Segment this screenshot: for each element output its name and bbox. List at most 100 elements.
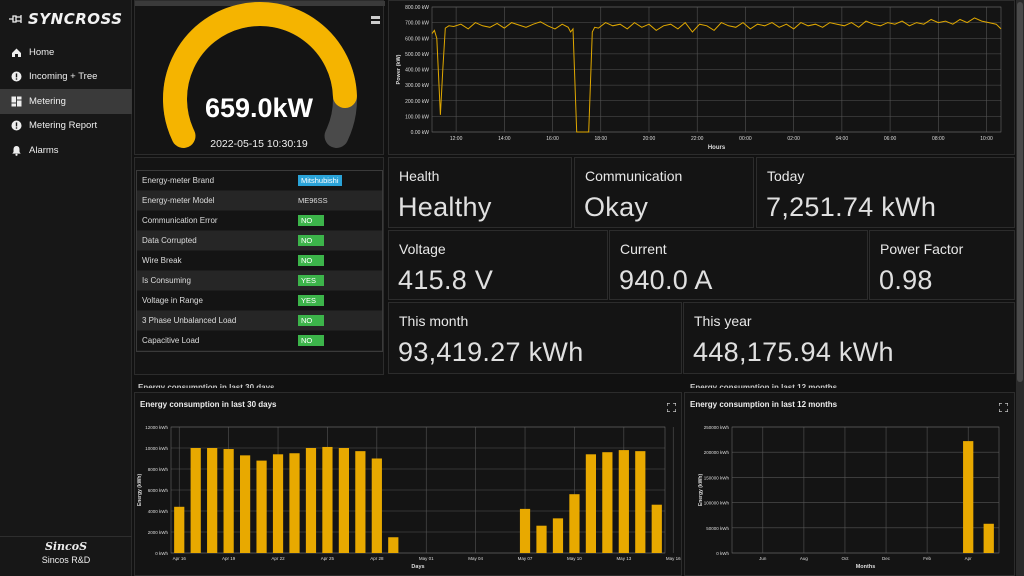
x-tick-label: 20:00 (643, 136, 656, 142)
scrollbar-thumb[interactable] (1017, 2, 1023, 382)
daily-bar-chart: 0 kWh 2000 kWh 4000 kWh 6000 kWh 8000 kWh 100… (137, 425, 681, 570)
x-tick-label: May 13 (616, 556, 631, 561)
brand-name: Sincos R&D (41, 555, 91, 565)
sidebar: SYNCROSS Home Incoming + Tree Metering Mete… (0, 0, 132, 576)
bar (635, 451, 646, 553)
y-axis-label: Power (kW) (396, 54, 402, 84)
status-value: NO (298, 215, 324, 226)
sidebar-nav: Home Incoming + Tree Metering Metering Repo… (0, 40, 132, 163)
x-tick-label: May 16 (666, 556, 681, 561)
bar (388, 537, 399, 553)
power-gauge (163, 2, 357, 148)
bar (305, 448, 317, 553)
status-key: Is Consuming (142, 276, 191, 285)
y-tick-label: 0 kWh (716, 551, 729, 556)
y-tick-label: 2000 kWh (148, 530, 169, 535)
status-value-badge: Mitshubishi (298, 175, 342, 186)
status-value-badge: YES (298, 295, 324, 306)
daily-chart-panel: Energy consumption in last 30 days 0 kWh… (134, 392, 682, 576)
this-year-value: 448,175.94 kWh (693, 337, 894, 367)
bar (983, 523, 994, 553)
bar (338, 448, 350, 553)
sidebar-item-label: Alarms (29, 144, 59, 156)
x-tick-label: 06:00 (884, 136, 897, 142)
brand-footer: SincoS Sincos R&D (0, 536, 132, 576)
status-value-badge: NO (298, 255, 324, 266)
bar (618, 450, 629, 553)
tile-health: Health Healthy (388, 157, 572, 228)
status-row: Energy-meter Brand Mitshubishi (137, 171, 382, 191)
x-tick-label: 18:00 (595, 136, 608, 142)
monthly-chart-panel: Energy consumption in last 12 months 0 k… (684, 392, 1015, 576)
page-scrollbar[interactable] (1016, 0, 1024, 576)
x-tick-label: Aug (800, 556, 809, 561)
x-tick-label: 16:00 (546, 136, 559, 142)
y-tick-label: 12000 kWh (145, 425, 168, 430)
monthly-bar-chart: 0 kWh 50000 kWh 100000 kWh 150000 kWh 200000… (698, 425, 1000, 570)
tile-current: Current 940.0 A (609, 230, 868, 300)
power-factor-value: 0.98 (879, 265, 933, 295)
status-value: NO (298, 255, 324, 266)
x-tick-label: Oct (841, 556, 849, 561)
sidebar-item-metering-report[interactable]: Metering Report (0, 114, 132, 139)
status-value: NO (298, 335, 324, 346)
status-value: NO (298, 235, 324, 246)
status-key: Communication Error (142, 216, 218, 225)
power-series-line (431, 17, 1002, 133)
x-tick-label: Apr 22 (271, 556, 285, 561)
syncross-logo[interactable]: SYNCROSS (8, 8, 126, 30)
y-tick-label: 8000 kWh (148, 467, 169, 472)
status-row: 3 Phase Unbalanced Load NO (137, 311, 382, 331)
y-axis-label: Energy (kWh) (137, 474, 143, 507)
bar (256, 460, 267, 553)
y-tick-label: 100000 kWh (704, 501, 730, 506)
today-label: Today (767, 168, 805, 184)
plot-frame (731, 426, 1000, 554)
strip-label-30-days: Energy consumption in last 30 days (138, 383, 275, 388)
tile-voltage: Voltage 415.8 V (388, 230, 608, 300)
sidebar-item-label: Incoming + Tree (29, 71, 98, 83)
status-row: Capacitive Load NO (137, 331, 382, 351)
sidebar-item-metering[interactable]: Metering (0, 89, 132, 114)
status-key: Energy-meter Model (142, 196, 215, 205)
x-tick-label: May 01 (419, 556, 434, 561)
y-tick-label: 600.00 kW (405, 36, 429, 42)
current-label: Current (620, 241, 667, 257)
x-tick-label: Apr 28 (370, 556, 384, 561)
this-month-label: This month (399, 313, 469, 329)
bar (322, 446, 333, 553)
bar (174, 506, 185, 553)
sidebar-item-label: Metering Report (29, 120, 98, 132)
communication-label: Communication (585, 168, 683, 184)
y-axis-label: Energy (kWh) (698, 474, 704, 507)
y-tick-label: 150000 kWh (704, 475, 730, 480)
bar (963, 441, 974, 553)
status-key: Wire Break (142, 256, 182, 265)
status-value: Mitshubishi (298, 175, 342, 186)
home-icon (12, 48, 21, 57)
sidebar-item-incoming-tree[interactable]: Incoming + Tree (0, 65, 132, 90)
status-value: YES (298, 275, 324, 286)
bar (355, 451, 366, 553)
bar (536, 525, 547, 553)
status-row: Wire Break NO (137, 251, 382, 271)
alert-icon (11, 71, 22, 82)
x-tick-label: 12:00 (450, 136, 463, 142)
sidebar-item-alarms[interactable]: Alarms (0, 138, 132, 163)
power-line-chart: 0.00 kW 100.00 kW 200.00 kW 300.00 kW 400.00… (396, 5, 1002, 151)
status-row: Energy-meter Model ME96SS (137, 191, 382, 211)
tile-power-factor: Power Factor 0.98 (869, 230, 1015, 300)
x-tick-label: Feb (923, 556, 931, 561)
gauge-panel: 659.0kW 2022-05-15 10:30:19 (134, 0, 385, 155)
y-tick-label: 800.00 kW (405, 5, 429, 11)
this-year-label: This year (694, 313, 752, 329)
y-tick-label: 500.00 kW (405, 52, 429, 58)
bar (239, 455, 251, 553)
x-axis-label: Days (411, 564, 424, 570)
status-value-badge: YES (298, 275, 324, 286)
sidebar-item-home[interactable]: Home (0, 40, 132, 65)
status-key: Energy-meter Brand (142, 176, 215, 185)
status-key: Voltage in Range (142, 296, 203, 305)
strip-label-12-months: Energy consumption in last 12 months (690, 383, 838, 388)
y-tick-label: 0.00 kW (411, 130, 430, 136)
